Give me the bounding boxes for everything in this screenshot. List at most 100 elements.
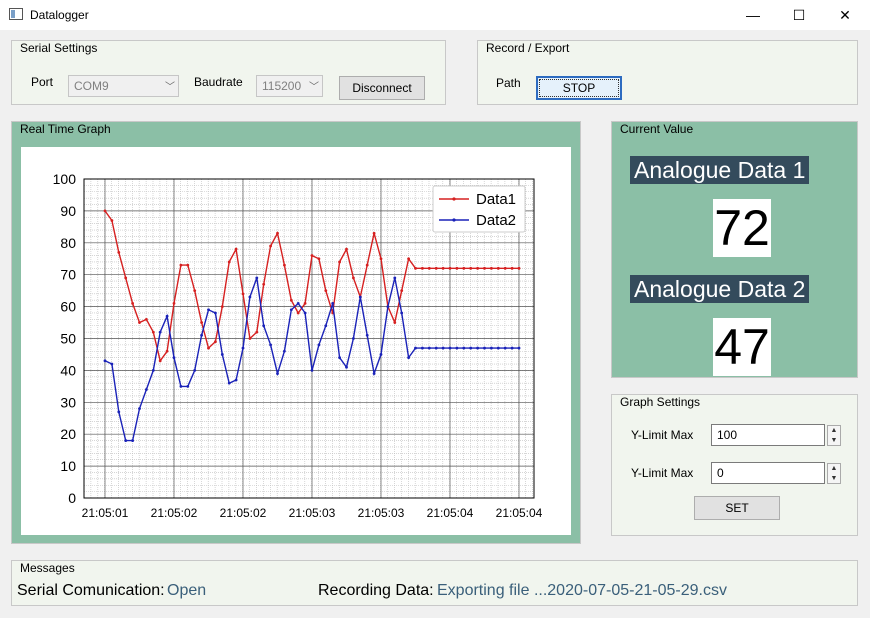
legend-label-data1: Data1 <box>476 191 516 208</box>
y-limit-min-spinner[interactable]: ▲ ▼ <box>827 463 841 484</box>
serial-settings-title: Serial Settings <box>20 41 98 55</box>
y-limit-max-input[interactable]: 100 <box>711 424 825 446</box>
data-point-data2 <box>110 362 114 366</box>
data-point-data2 <box>165 314 169 318</box>
data-point-data2 <box>476 346 479 350</box>
port-value: COM9 <box>74 79 109 93</box>
data-point-data1 <box>200 321 204 324</box>
data-point-data2 <box>117 410 121 414</box>
data-point-data1 <box>234 247 238 251</box>
minimize-button[interactable]: — <box>730 0 776 30</box>
x-tick-label: 21:05:01 <box>82 506 129 520</box>
data-point-data1 <box>379 257 383 261</box>
real-time-graph-title: Real Time Graph <box>20 122 111 136</box>
data-point-data1 <box>345 247 348 251</box>
chevron-down-icon: ﹀ <box>309 82 319 93</box>
analogue-data-1-label: Analogue Data 1 <box>630 156 810 184</box>
recording-status-label: Recording Data: <box>318 582 434 599</box>
app-window-icon <box>9 8 23 20</box>
x-tick-label: 21:05:04 <box>427 506 474 520</box>
data-point-data2 <box>379 353 383 356</box>
serial-status-value: Open <box>167 582 207 599</box>
data-point-data1 <box>372 231 376 235</box>
data-point-data1 <box>303 302 307 305</box>
spin-down-icon[interactable]: ▼ <box>828 474 840 484</box>
port-select[interactable]: COM9 ﹀ <box>68 75 179 97</box>
set-button[interactable]: SET <box>694 496 780 520</box>
data-point-data2 <box>324 324 328 328</box>
disconnect-button[interactable]: Disconnect <box>339 76 425 100</box>
data-point-data2 <box>338 356 341 360</box>
data-point-data2 <box>289 308 293 312</box>
record-export-group: Record / Export <box>477 40 858 105</box>
data-point-data1 <box>517 266 521 270</box>
data-point-data2 <box>207 308 210 312</box>
y-tick-label: 100 <box>53 171 77 187</box>
data-point-data1 <box>317 257 321 261</box>
y-tick-label: 60 <box>60 299 76 315</box>
data-point-data1 <box>393 321 397 324</box>
y-tick-label: 90 <box>60 203 76 219</box>
data-point-data2 <box>441 346 445 350</box>
data-point-data1 <box>158 359 162 363</box>
data-point-data2 <box>193 369 197 372</box>
spin-up-icon[interactable]: ▲ <box>828 426 840 436</box>
data-point-data2 <box>386 305 390 308</box>
stop-button[interactable]: STOP <box>536 76 622 100</box>
y-tick-label: 80 <box>60 235 76 251</box>
messages-title: Messages <box>20 561 75 575</box>
data-point-data2 <box>400 311 404 315</box>
data-point-data2 <box>200 333 204 337</box>
spin-up-icon[interactable]: ▲ <box>828 464 840 474</box>
data-point-data1 <box>151 330 155 334</box>
close-button[interactable]: ✕ <box>822 0 868 30</box>
baudrate-select[interactable]: 115200 ﹀ <box>256 75 323 97</box>
x-tick-label: 21:05:02 <box>220 506 267 520</box>
data-point-data1 <box>248 337 252 340</box>
analogue-data-2-label: Analogue Data 2 <box>630 275 810 303</box>
data-point-data2 <box>455 346 459 350</box>
data-point-data2 <box>262 324 266 328</box>
data-point-data2 <box>255 276 259 280</box>
x-tick-label: 21:05:02 <box>151 506 198 520</box>
record-export-title: Record / Export <box>486 41 570 55</box>
serial-status-label: Serial Comunication: <box>17 582 165 599</box>
y-limit-min-input[interactable]: 0 <box>711 462 825 484</box>
spin-down-icon[interactable]: ▼ <box>828 436 840 446</box>
y-limit-min-label: Y-Limit Max <box>631 466 694 480</box>
y-tick-label: 10 <box>60 458 76 474</box>
maximize-button[interactable]: ☐ <box>776 0 822 30</box>
data-point-data1 <box>262 282 266 286</box>
data-point-data2 <box>310 369 314 372</box>
x-tick-label: 21:05:03 <box>289 506 336 520</box>
data-point-data1 <box>407 257 410 261</box>
data-point-data2 <box>124 439 128 442</box>
y-tick-label: 0 <box>68 490 76 506</box>
data-point-data2 <box>317 343 321 347</box>
line-chart: 0 10 20 30 40 50 60 70 80 90 100 21:05:01 21:05:02 21… <box>53 171 543 520</box>
data-point-data2 <box>179 384 183 388</box>
data-point-data1 <box>503 266 507 270</box>
data-point-data2 <box>345 365 348 369</box>
data-point-data2 <box>103 359 107 363</box>
y-limit-max-spinner[interactable]: ▲ ▼ <box>827 425 841 446</box>
data-point-data1 <box>289 298 293 302</box>
graph-settings-title: Graph Settings <box>620 395 701 409</box>
data-point-data1 <box>310 254 314 257</box>
data-point-data2 <box>172 356 176 360</box>
data-point-data1 <box>110 219 114 222</box>
data-point-data2 <box>151 369 155 372</box>
data-point-data1 <box>324 289 328 293</box>
data-point-data2 <box>448 346 452 350</box>
data-point-data1 <box>469 266 473 270</box>
data-point-data2 <box>407 356 410 360</box>
data-point-data1 <box>462 266 466 270</box>
data-point-data1 <box>179 263 183 267</box>
data-point-data2 <box>248 295 252 299</box>
path-label: Path <box>496 76 521 90</box>
baudrate-label: Baudrate <box>194 75 243 89</box>
data-point-data2 <box>427 346 431 350</box>
data-point-data2 <box>483 346 486 350</box>
data-point-data1 <box>138 321 141 324</box>
data-point-data1 <box>427 266 431 270</box>
